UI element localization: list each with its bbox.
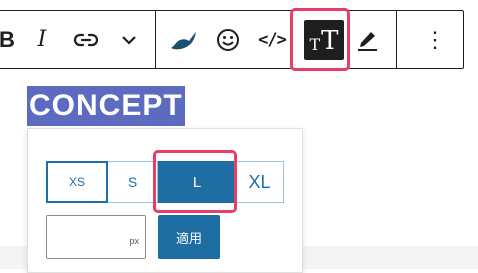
selected-heading-text[interactable]: CONCEPT (27, 86, 185, 126)
toolbar-separator (396, 11, 397, 68)
text-size-icon: TT (304, 19, 344, 60)
apply-button[interactable]: 適用 (158, 215, 220, 259)
px-unit-label: px (129, 236, 139, 246)
bold-icon: B (0, 26, 15, 52)
size-xs-button[interactable]: XS (46, 161, 108, 203)
emoji-button[interactable] (214, 11, 242, 68)
toolbar-separator (155, 11, 156, 68)
inline-code-button[interactable]: </> (257, 11, 287, 68)
italic-button[interactable]: I (31, 11, 53, 68)
text-size-button[interactable]: TT (302, 11, 346, 68)
chevron-down-icon (122, 35, 136, 45)
link-button[interactable] (71, 11, 101, 68)
smiley-icon (217, 28, 239, 51)
custom-size-input[interactable]: px (46, 215, 146, 259)
size-s-button[interactable]: S (108, 161, 158, 203)
italic-icon: I (37, 27, 47, 52)
bold-button[interactable]: B (0, 11, 19, 68)
more-formats-button[interactable] (117, 11, 141, 68)
vertical-dots-icon: ⋮ (424, 26, 446, 52)
font-size-popover: XS S L XL px 適用 (27, 128, 303, 273)
highlight-button[interactable] (167, 11, 199, 68)
brush-stroke-icon (171, 31, 196, 49)
text-color-button[interactable] (352, 11, 382, 68)
options-button[interactable]: ⋮ (423, 11, 447, 68)
pen-icon (358, 31, 377, 51)
code-icon: </> (258, 29, 287, 50)
block-toolbar: B I </> TT ⋮ (0, 10, 464, 69)
size-xl-button[interactable]: XL (236, 161, 284, 203)
link-icon (73, 33, 99, 46)
size-l-button[interactable]: L (158, 161, 236, 203)
